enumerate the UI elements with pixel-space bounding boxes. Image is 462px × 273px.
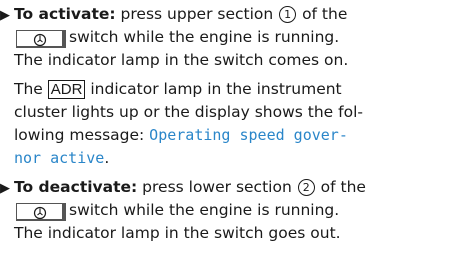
section-number-1: 1 [279,6,297,23]
para-line1: The ADR indicator lamp in the instrument [14,78,342,101]
bullet-arrow-icon: ▶ [0,8,10,23]
step-deactivate-label: To deactivate: [14,178,138,196]
para-line2: cluster lights up or the display shows t… [14,103,363,121]
step-deactivate-text-end: of the [315,178,366,196]
speed-governor-switch-icon [16,30,66,48]
step-activate-text: press upper section [115,5,279,23]
step-activate-text-end: of the [297,5,348,23]
speed-governor-switch-icon [16,203,66,221]
display-message-part2: nor active [14,149,105,167]
step-deactivate-text-2: switch while the engine is running. [69,201,340,219]
step-activate-line1: ▶ To activate: press upper section 1 of t… [0,3,347,27]
step-deactivate-line2: switch while the engine is running. [14,199,339,222]
para-line4: nor active. [14,147,109,170]
adr-indicator-label: ADR [47,80,86,99]
para-line3: lowing message: Operating speed gover- [14,124,348,147]
step-activate-text-2: switch while the engine is running. [69,28,340,46]
para-text: The [14,80,48,98]
step-activate-line3: The indicator lamp in the switch comes o… [14,51,349,69]
bullet-arrow-icon: ▶ [0,181,10,196]
step-activate-line2: switch while the engine is running. [14,26,339,49]
para-text-end: . [104,149,110,167]
step-activate-label: To activate: [14,5,116,23]
instruction-block: ▶ To activate: press upper section 1 of t… [0,0,462,273]
step-deactivate-line1: ▶ To deactivate: press lower section 2 of… [0,176,366,200]
para-text-3: lowing message: [14,126,150,144]
display-message-part1: Operating speed gover- [149,126,348,144]
section-number-2: 2 [297,179,315,196]
para-text-2: indicator lamp in the instrument [85,80,342,98]
step-deactivate-line3: The indicator lamp in the switch goes ou… [14,224,341,242]
step-deactivate-text: press lower section [137,178,297,196]
